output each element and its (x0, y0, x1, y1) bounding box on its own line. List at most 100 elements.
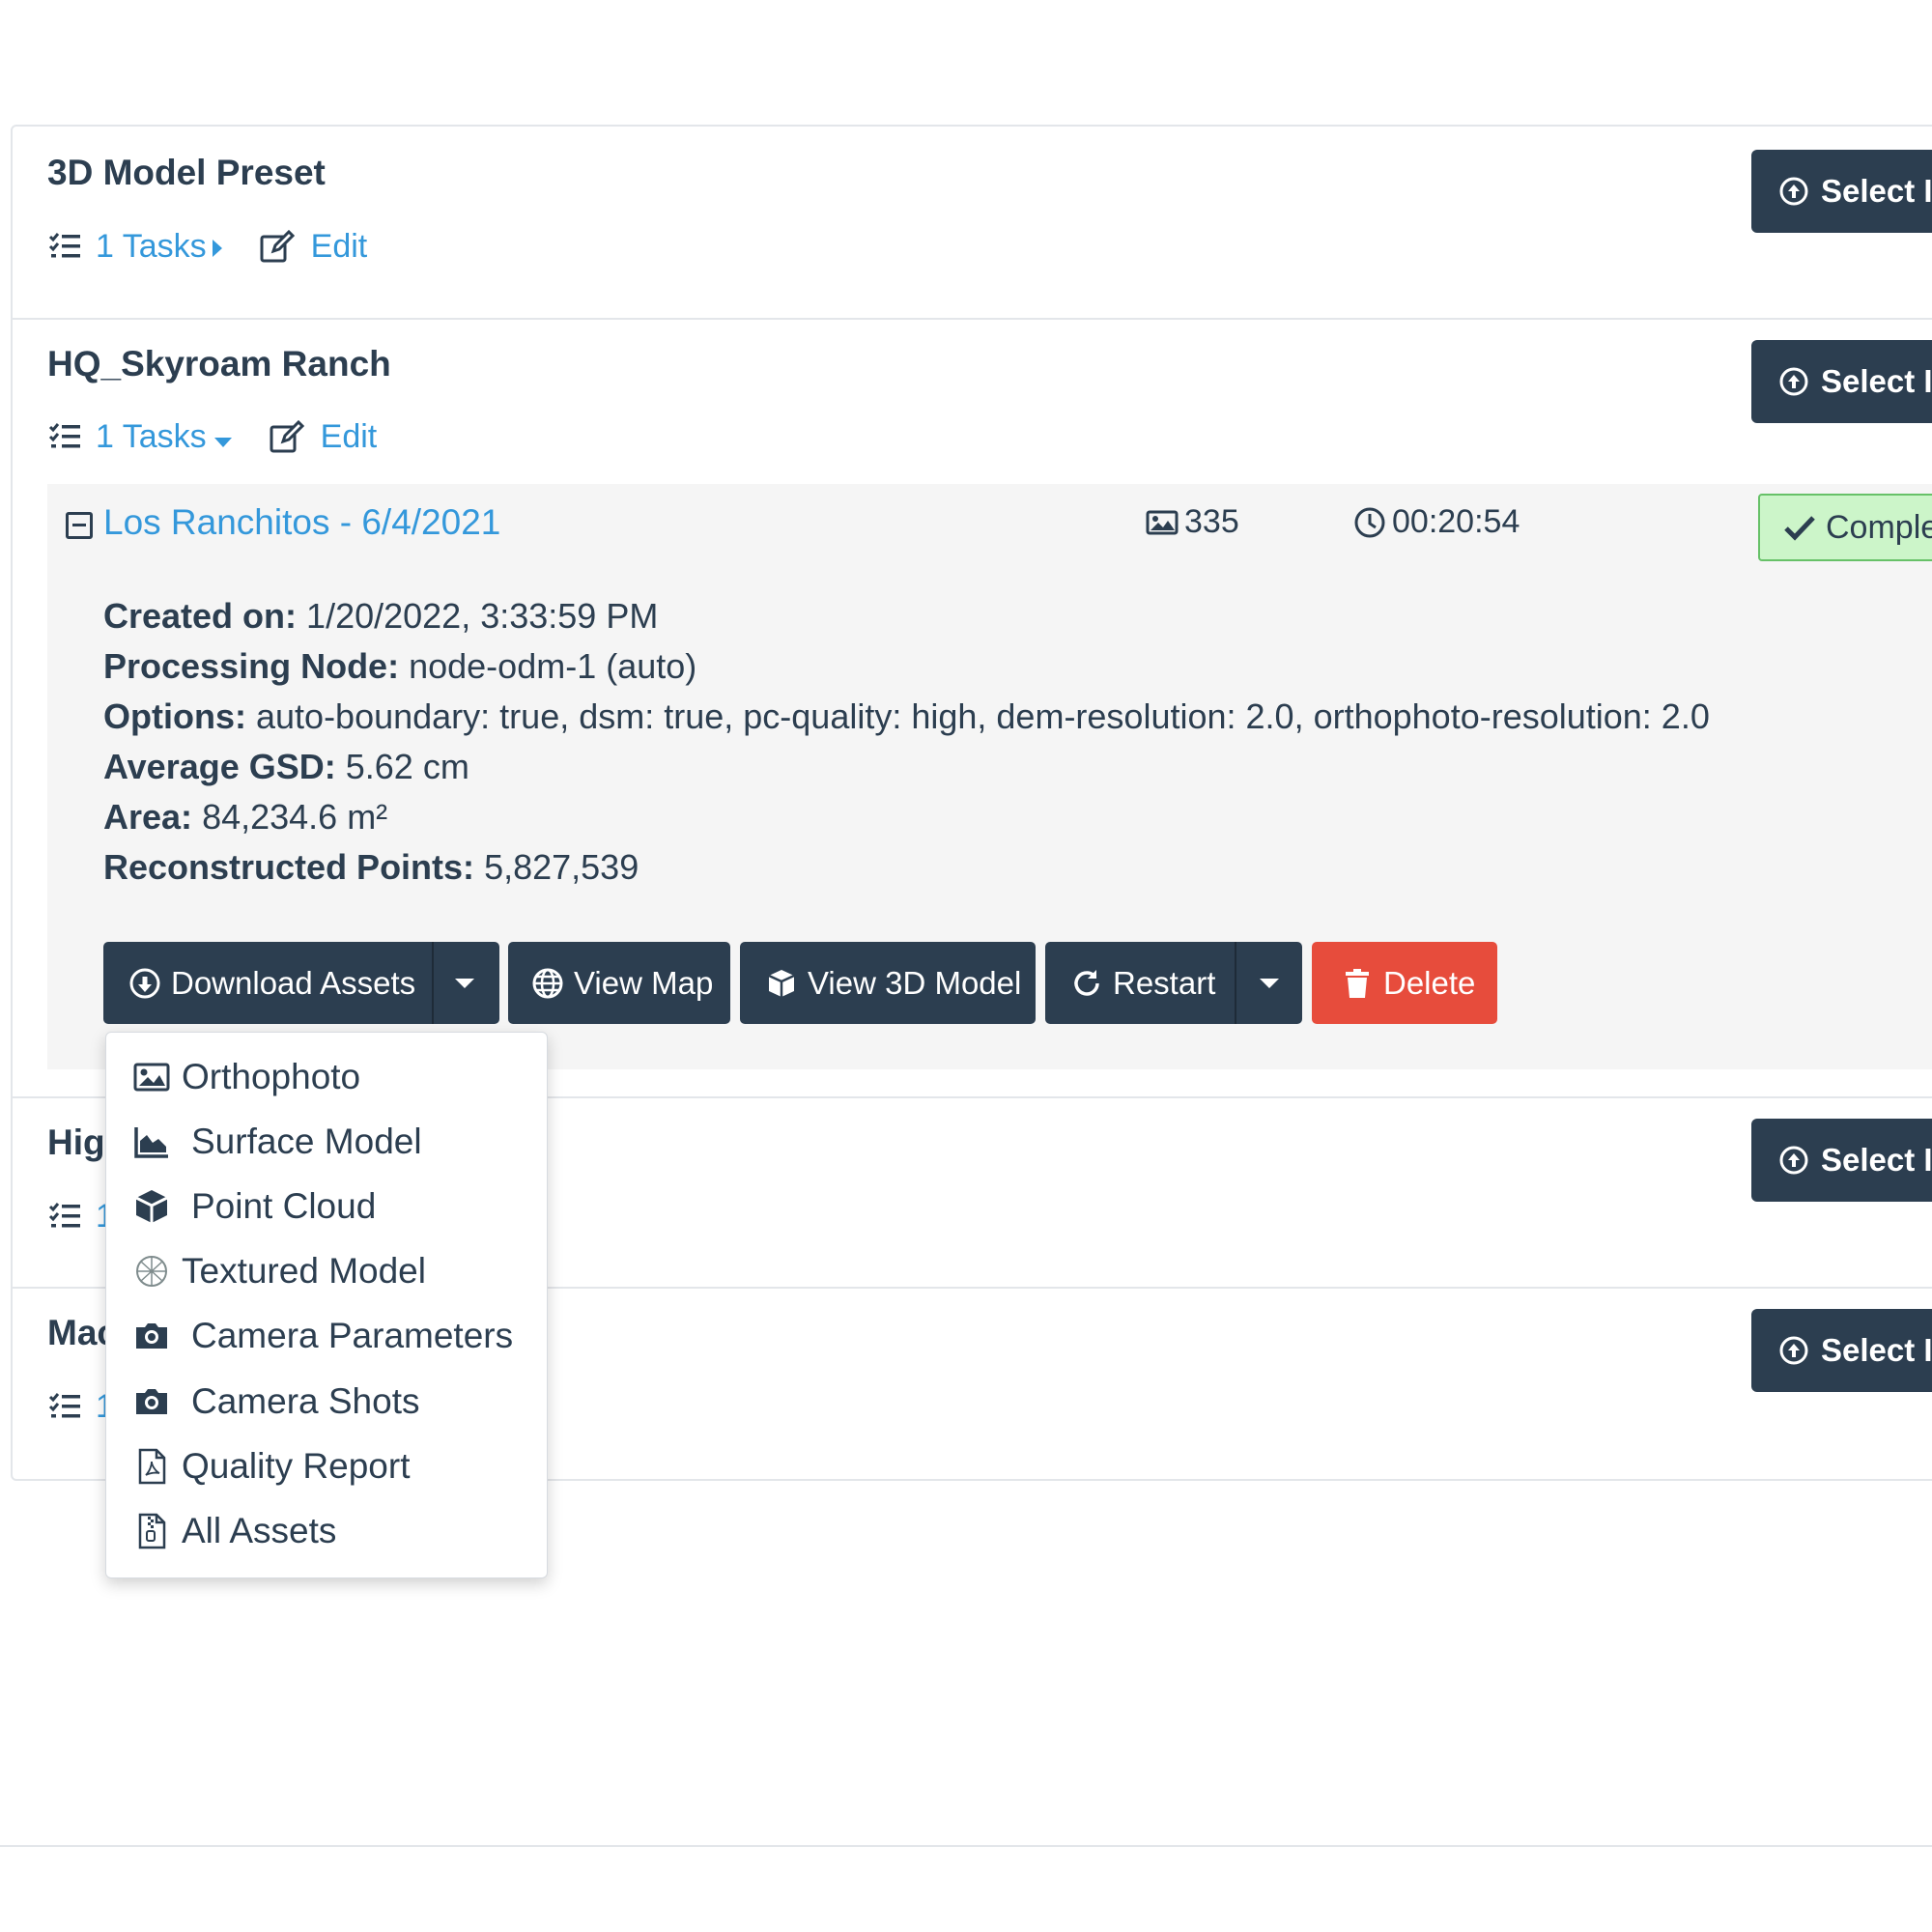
duration-value: 00:20:54 (1392, 503, 1520, 540)
select-images-label: Select Images (1821, 1332, 1932, 1368)
upload-circle-icon (1779, 1336, 1808, 1365)
node-label: Processing Node: (103, 646, 400, 686)
camera-icon (136, 1323, 167, 1349)
tasks-toggle-link[interactable]: 1 Tasks (96, 418, 232, 456)
view-3d-model-button[interactable]: View 3D Model (740, 942, 1036, 1024)
edit-project-link[interactable]: Edit (321, 418, 378, 456)
project-title: 3D Model Preset (47, 153, 326, 192)
caret-down-icon (213, 437, 232, 447)
select-images-button[interactable]: Select Images (1751, 1309, 1932, 1392)
edit-icon[interactable] (259, 228, 296, 265)
caret-down-icon[interactable] (455, 979, 474, 988)
node-row: Processing Node: node-odm-1 (auto) (103, 641, 1710, 692)
view-map-button[interactable]: View Map (508, 942, 730, 1024)
status-badge: Completed (1758, 494, 1932, 561)
delete-button[interactable]: Delete (1312, 942, 1497, 1024)
download-circle-icon (129, 968, 160, 998)
project-tasks-row: 1 Tasks Edit (47, 225, 367, 268)
menu-item-quality-report[interactable]: Quality Report (133, 1437, 411, 1495)
menu-item-label: Orthophoto (182, 1057, 361, 1096)
project-separator (11, 318, 1932, 320)
project-tasks-row: 1 (47, 1385, 114, 1428)
menu-item-label: Point Cloud (191, 1186, 377, 1226)
gsd-value: 5.62 cm (345, 747, 469, 786)
upload-circle-icon (1779, 367, 1808, 396)
tasks-list-icon (48, 1203, 80, 1228)
created-row: Created on: 1/20/2022, 3:33:59 PM (103, 591, 1710, 641)
options-row: Options: auto-boundary: true, dsm: true,… (103, 692, 1710, 742)
menu-item-label: Textured Model (182, 1251, 426, 1291)
edit-icon[interactable] (269, 418, 305, 455)
tasks-count-label[interactable]: 1 Tasks (96, 418, 207, 455)
button-divider (432, 942, 434, 1024)
area-label: Area: (103, 797, 193, 837)
menu-item-camera-shots[interactable]: Camera Shots (133, 1373, 420, 1431)
created-value: 1/20/2022, 3:33:59 PM (306, 596, 659, 636)
clock-icon (1354, 507, 1385, 537)
select-images-button[interactable]: Select Images (1751, 150, 1932, 233)
tasks-count-label[interactable]: 1 Tasks (96, 228, 207, 265)
tasks-list-icon (48, 1393, 80, 1418)
delete-label: Delete (1383, 964, 1476, 1001)
download-assets-menu: Orthophoto Surface Model Point Cloud Tex… (105, 1032, 548, 1578)
menu-item-label: Camera Parameters (191, 1316, 514, 1355)
cube-icon (135, 1190, 168, 1223)
project-title: Hig (47, 1122, 105, 1162)
caret-down-icon[interactable] (1260, 979, 1279, 988)
camera-icon (136, 1389, 167, 1414)
options-label: Options: (103, 696, 246, 736)
select-images-button[interactable]: Select Images (1751, 1119, 1932, 1202)
status-label: Completed (1826, 508, 1932, 546)
view-map-label: View Map (574, 964, 714, 1001)
caret-right-icon (212, 239, 222, 257)
node-value: node-odm-1 (auto) (409, 646, 697, 686)
view-3d-model-label: View 3D Model (808, 964, 1022, 1001)
tasks-toggle-link[interactable]: 1 Tasks (96, 228, 222, 266)
download-assets-button[interactable]: Download Assets (103, 942, 499, 1024)
menu-item-label: All Assets (182, 1511, 337, 1550)
tasks-list-icon (48, 233, 80, 258)
gsd-label: Average GSD: (103, 747, 336, 786)
area-row: Area: 84,234.6 m² (103, 792, 1710, 842)
restart-button[interactable]: Restart (1045, 942, 1302, 1024)
task-duration: 00:20:54 (1353, 503, 1520, 541)
menu-item-point-cloud[interactable]: Point Cloud (133, 1178, 376, 1236)
restart-label: Restart (1113, 964, 1216, 1001)
tasks-list-icon (48, 423, 80, 448)
collapse-icon[interactable] (66, 512, 93, 539)
menu-item-all-assets[interactable]: All Assets (133, 1502, 336, 1560)
image-count-value: 335 (1184, 503, 1239, 540)
points-value: 5,827,539 (484, 847, 639, 887)
menu-item-orthophoto[interactable]: Orthophoto (133, 1048, 360, 1106)
created-label: Created on: (103, 596, 298, 636)
image-count: 335 (1146, 503, 1239, 541)
project-tasks-row: 1 Tasks Edit (47, 415, 377, 458)
image-icon (1146, 510, 1179, 534)
select-images-label: Select Images (1821, 173, 1932, 209)
points-row: Reconstructed Points: 5,827,539 (103, 842, 1710, 893)
options-value: auto-boundary: true, dsm: true, pc-quali… (256, 696, 1710, 736)
menu-item-label: Quality Report (182, 1446, 411, 1486)
trash-icon (1346, 968, 1369, 998)
edit-project-link[interactable]: Edit (311, 228, 368, 266)
select-images-label: Select Images (1821, 1142, 1932, 1178)
gsd-row: Average GSD: 5.62 cm (103, 742, 1710, 792)
button-divider (1235, 942, 1236, 1024)
upload-circle-icon (1779, 1146, 1808, 1175)
globe-icon (532, 968, 563, 998)
task-name-link[interactable]: Los Ranchitos - 6/4/2021 (103, 502, 500, 543)
menu-item-surface-model[interactable]: Surface Model (133, 1113, 422, 1171)
footer-divider (0, 1845, 1932, 1847)
menu-item-textured-model[interactable]: Textured Model (133, 1242, 426, 1300)
area-chart-icon (134, 1127, 168, 1158)
menu-item-label: Camera Shots (191, 1381, 420, 1421)
task-details: Created on: 1/20/2022, 3:33:59 PM Proces… (103, 591, 1710, 893)
menu-item-label: Surface Model (191, 1122, 422, 1161)
menu-item-camera-parameters[interactable]: Camera Parameters (133, 1307, 513, 1365)
zip-file-icon (138, 1513, 166, 1549)
textured-model-icon (136, 1256, 167, 1287)
area-value: 84,234.6 m² (202, 797, 388, 837)
project-title: HQ_Skyroam Ranch (47, 344, 391, 384)
select-images-button[interactable]: Select Images (1751, 340, 1932, 423)
points-label: Reconstructed Points: (103, 847, 475, 887)
